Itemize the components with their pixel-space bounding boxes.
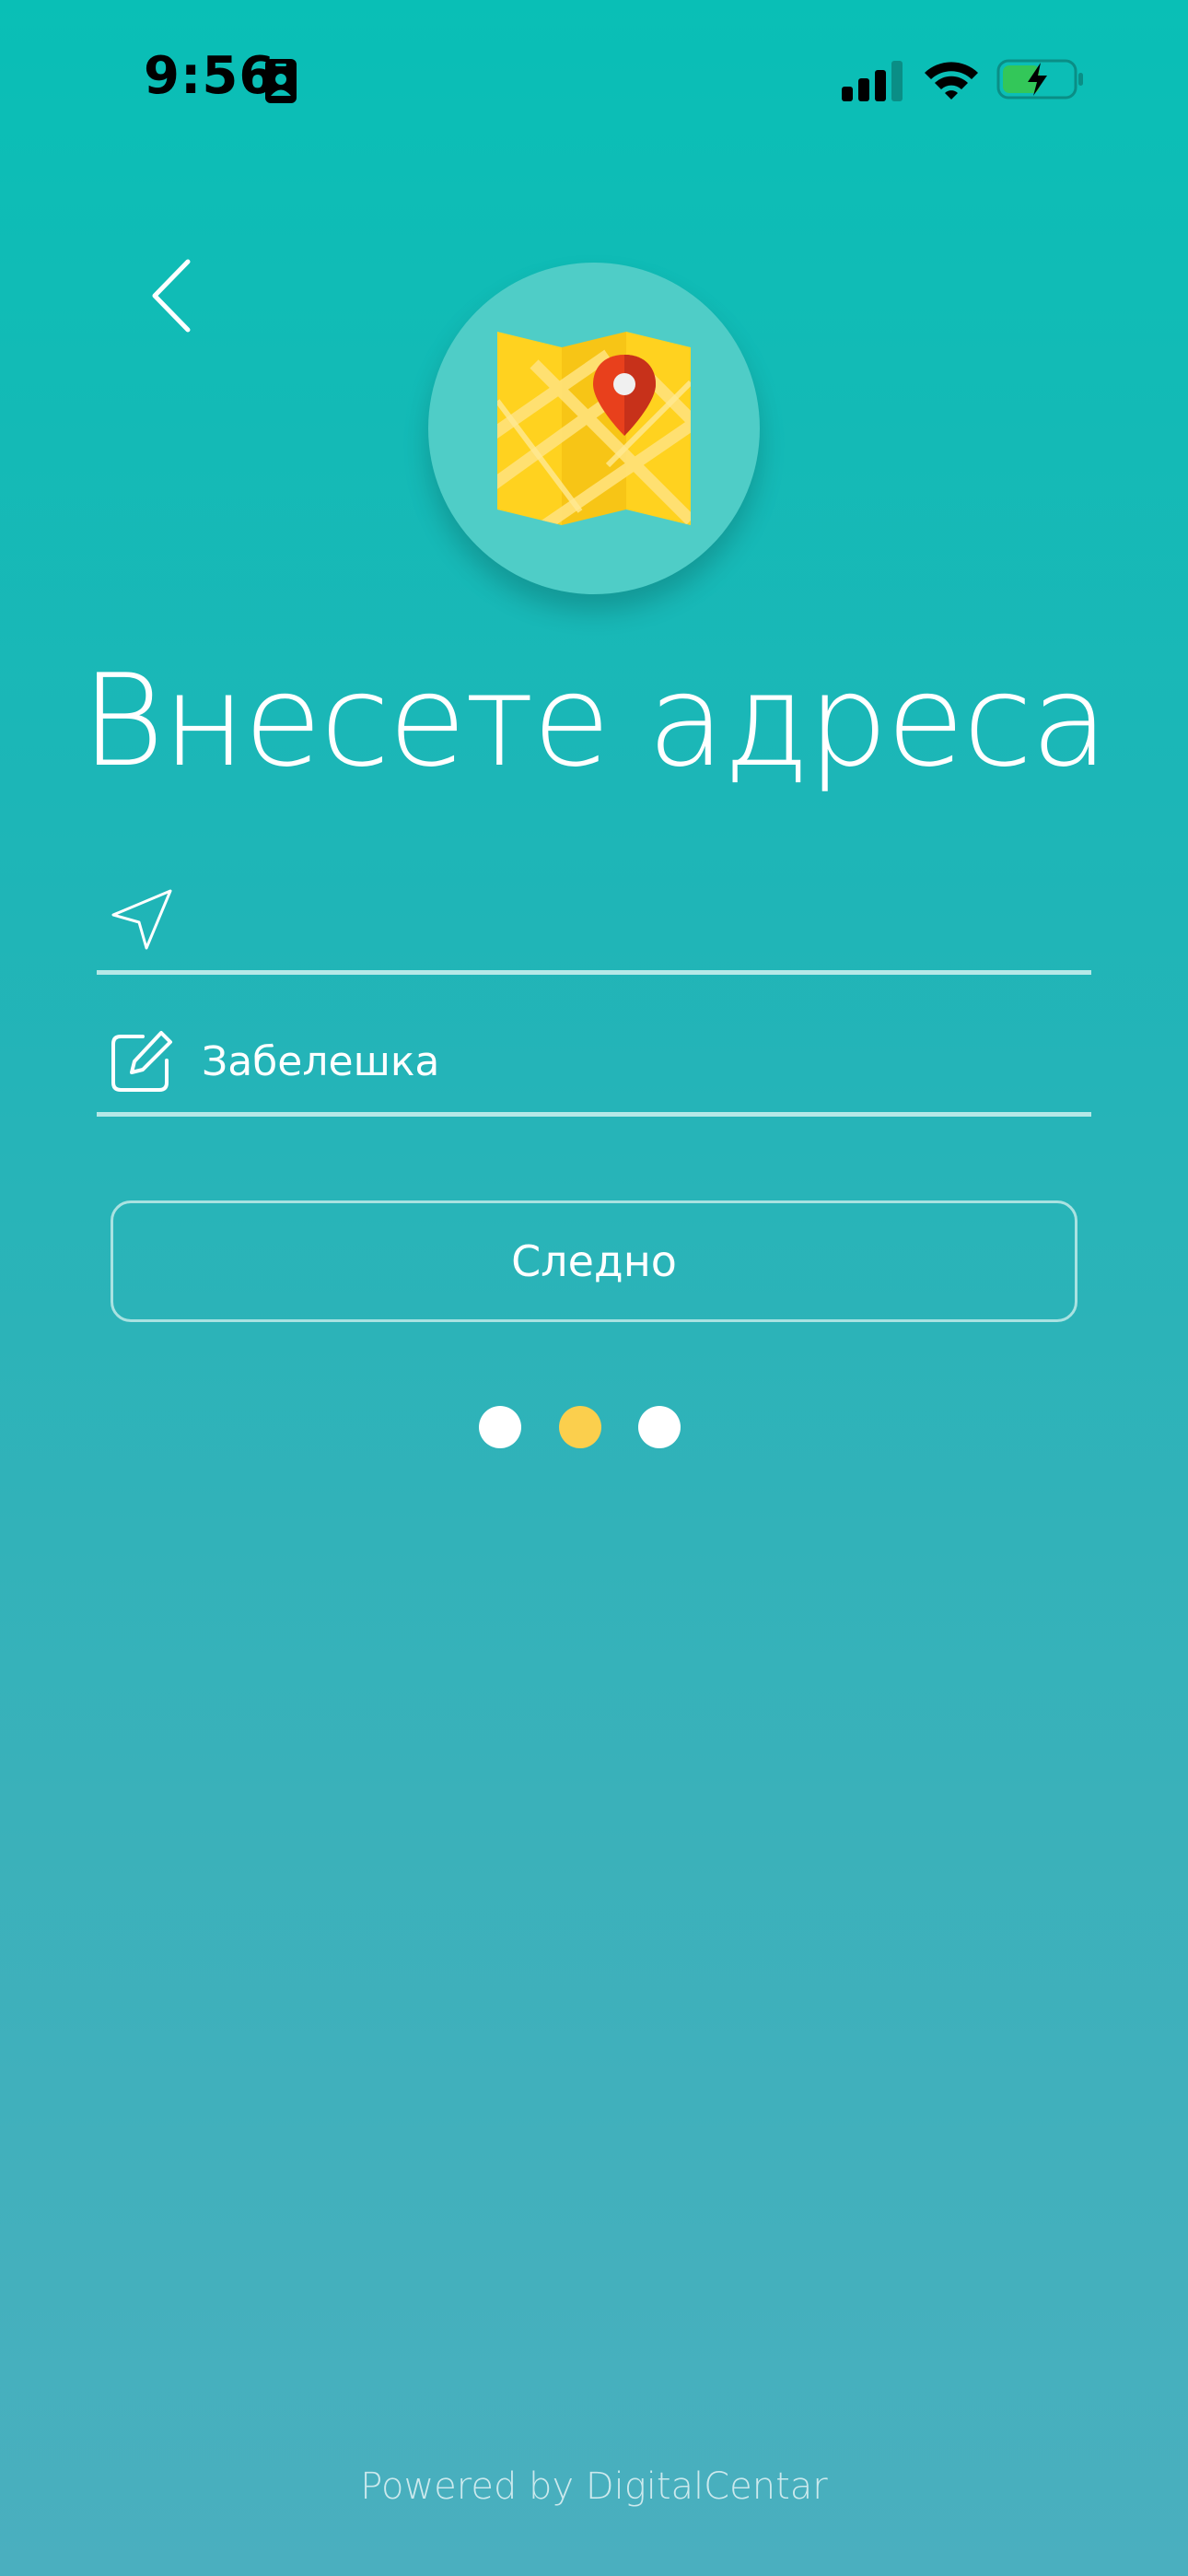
note-field xyxy=(97,1006,1091,1117)
note-input[interactable] xyxy=(202,1025,1067,1098)
battery-charging-icon xyxy=(996,59,1083,100)
id-badge-icon xyxy=(265,59,297,103)
next-button[interactable]: Следно xyxy=(111,1200,1077,1322)
page-dot-2 xyxy=(559,1406,601,1448)
status-time: 9:56 xyxy=(144,46,276,106)
footer-powered-by: Powered by DigitalCentar xyxy=(360,2465,828,2508)
chevron-left-icon xyxy=(152,259,191,333)
page-dot-1 xyxy=(479,1406,521,1448)
wifi-icon xyxy=(925,62,978,100)
page-title: Внесете адреса xyxy=(81,647,1109,795)
pagination-dots xyxy=(0,1406,1188,1448)
navigation-arrow-icon xyxy=(111,889,172,950)
page-dot-3 xyxy=(638,1406,681,1448)
address-input[interactable] xyxy=(202,883,1067,956)
cellular-signal-icon xyxy=(842,61,903,101)
folded-map-with-pin-icon xyxy=(497,332,691,525)
status-bar: 9:56 xyxy=(0,0,1188,157)
address-field xyxy=(97,864,1091,975)
back-button[interactable] xyxy=(138,254,212,337)
edit-pencil-icon xyxy=(111,1031,172,1092)
